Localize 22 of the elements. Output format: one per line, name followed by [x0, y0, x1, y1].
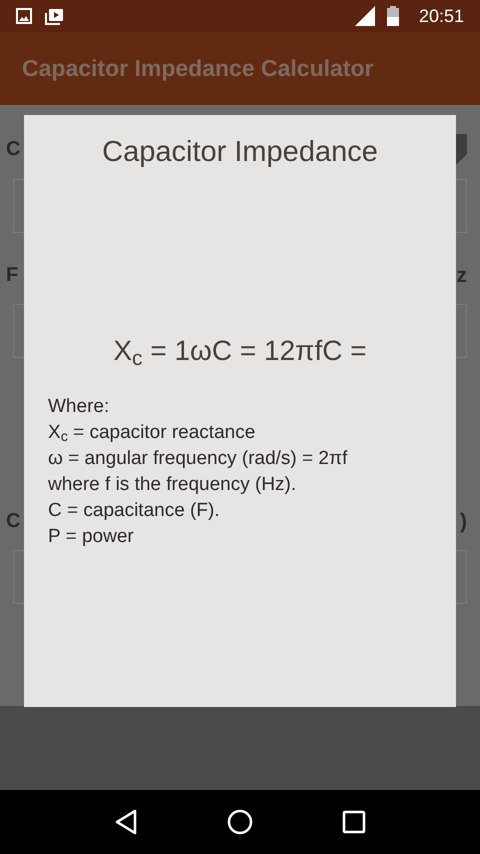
form-label: C: [6, 511, 20, 531]
battery-icon: [386, 6, 399, 26]
form-label: ): [460, 510, 467, 532]
signal-icon: [354, 6, 375, 26]
home-icon[interactable]: [226, 809, 253, 835]
clock-time: 20:51: [418, 4, 464, 28]
legend-line: where f is the frequency (Hz).: [48, 472, 298, 496]
image-icon: [16, 8, 32, 24]
form-label: F: [6, 265, 18, 285]
dialog-title: Capacitor Impedance: [102, 135, 378, 170]
app-title: Capacitor Impedance Calculator: [22, 54, 374, 84]
legend-line: X$_{c}$ = capacitor reactance: [48, 420, 256, 446]
video-icon: [44, 7, 64, 25]
formula: X$_{c}$ = 1ωC = 12πfC =: [113, 334, 367, 372]
legend-line: ω = angular frequency (rad/s) = 2πf: [48, 446, 348, 470]
recents-icon[interactable]: [342, 810, 366, 834]
legend-line: Where:: [48, 394, 110, 418]
legend-line: C = capacitance (F).: [48, 498, 221, 522]
legend-line: P = power: [48, 524, 135, 548]
form-label: C: [6, 139, 20, 159]
form-label: z: [456, 264, 467, 286]
back-icon[interactable]: [114, 809, 138, 835]
